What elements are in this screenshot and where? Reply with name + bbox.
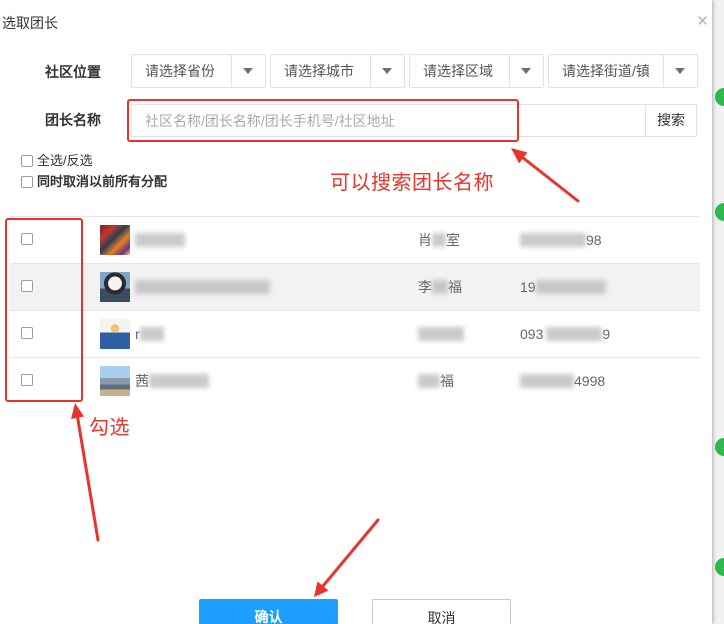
leader-name-label: 团长名称 [45,112,101,128]
district-select[interactable]: 请选择区域 [409,54,544,88]
phone-text: 98 [586,232,602,248]
background-status-icon [715,88,724,106]
city-dropdown-toggle[interactable] [370,55,404,87]
province-dropdown-toggle[interactable] [231,55,265,87]
table-row: 肖室 98 [10,216,700,263]
redacted-text [418,327,464,341]
leader-contact: 李福 [418,278,462,296]
dialog-title: 选取团长 [2,15,58,31]
location-label: 社区位置 [45,64,101,80]
avatar [100,272,130,302]
select-leader-dialog: 选取团长 × 社区位置 请选择省份 请选择城市 请选择区域 请选择街道/镇 团长… [0,0,712,624]
annotation-select-hint: 勾选 [89,417,130,439]
redacted-text [432,233,446,247]
table-row: 李福 19 [10,263,700,310]
redacted-text [135,280,270,294]
contact-text: 室 [446,232,460,248]
row-divider [10,357,700,358]
name-text: 茜 [135,373,149,389]
avatar [100,225,130,255]
leader-phone: 4998 [520,372,605,390]
leader-phone: 19 [520,278,606,296]
clear-previous-label: 同时取消以前所有分配 [37,174,168,189]
street-select-value: 请选择街道/镇 [562,63,650,79]
leader-contact: 肖室 [418,231,460,249]
redacted-text [520,233,586,247]
row-divider [10,263,700,264]
confirm-button[interactable]: 确认 [199,599,338,624]
leader-name [135,231,185,249]
row-checkbox[interactable] [21,280,33,292]
redacted-text [432,280,448,294]
street-dropdown-toggle[interactable] [663,55,697,87]
district-dropdown-toggle[interactable] [509,55,543,87]
city-select-value: 请选择城市 [284,63,354,79]
contact-text: 李 [418,279,432,295]
row-checkbox[interactable] [21,374,33,386]
province-select-value: 请选择省份 [145,63,215,79]
caret-down-icon [521,68,531,74]
leader-phone: 98 [520,231,602,249]
redacted-text [535,280,606,294]
leader-phone: 093 9 [520,325,610,343]
leader-name [135,278,270,296]
redacted-text [149,374,209,388]
district-select-value: 请选择区域 [423,63,493,79]
leader-name: 茜 [135,372,209,390]
search-button[interactable]: 搜索 [645,104,697,137]
phone-text: 4998 [574,373,606,389]
redacted-text [546,327,603,341]
clear-previous-checkbox[interactable] [21,176,33,188]
redacted-text [135,233,185,247]
phone-text: 093 [520,326,544,342]
leader-contact [418,325,464,343]
select-all-label: 全选/反选 [37,153,93,168]
leader-name: r [135,325,164,343]
leader-contact: 福 [418,372,454,390]
annotation-search-hint: 可以搜索团长名称 [330,172,494,194]
caret-down-icon [382,68,392,74]
leader-search-input[interactable] [131,104,646,137]
avatar [100,319,130,349]
row-checkbox[interactable] [21,327,33,339]
phone-text: 19 [520,279,536,295]
province-select[interactable]: 请选择省份 [131,54,266,88]
row-divider [10,310,700,311]
select-all-checkbox[interactable] [21,155,33,167]
close-icon[interactable]: × [697,12,708,32]
street-select[interactable]: 请选择街道/镇 [548,54,698,88]
redacted-text [520,374,574,388]
redacted-text [418,374,440,388]
contact-text: 福 [448,279,462,295]
caret-down-icon [243,68,253,74]
avatar [100,366,130,396]
row-checkbox[interactable] [21,233,33,245]
redacted-text [139,327,164,341]
contact-text: 福 [440,373,454,389]
background-status-icon [715,438,724,456]
table-row: 茜 福 4998 [10,357,700,404]
row-divider [10,216,700,217]
phone-text: 9 [602,326,611,342]
table-row: r 093 9 [10,310,700,357]
cancel-button[interactable]: 取消 [372,599,511,624]
background-status-icon [715,203,724,221]
contact-text: 肖 [418,232,432,248]
city-select[interactable]: 请选择城市 [270,54,405,88]
background-status-icon [715,558,724,576]
caret-down-icon [675,68,685,74]
